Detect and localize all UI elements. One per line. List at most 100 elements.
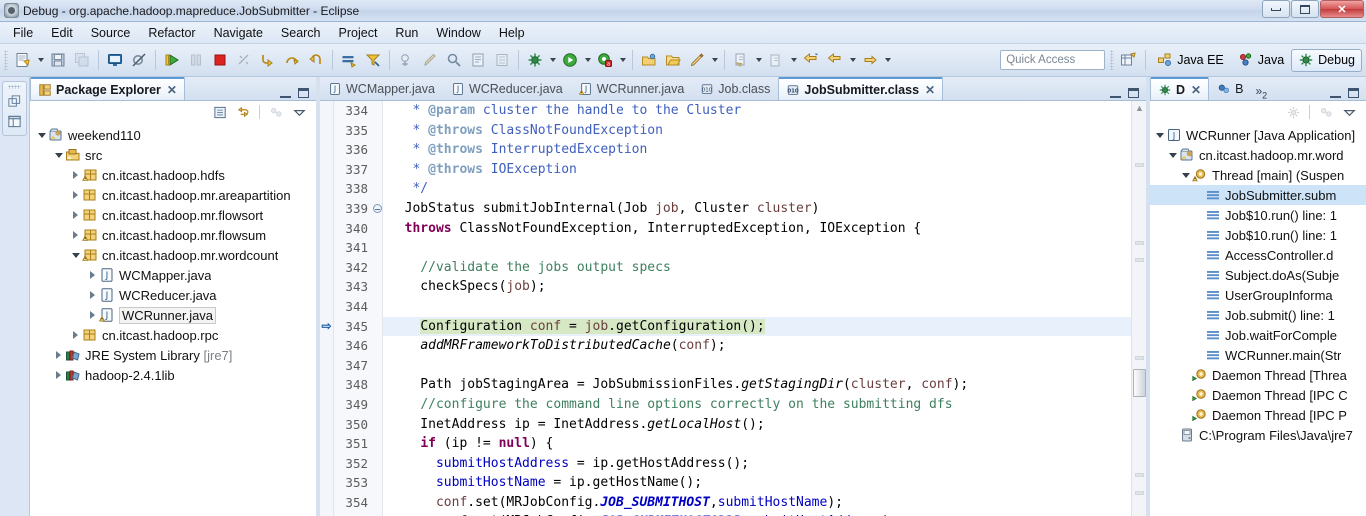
chevron-down-icon[interactable] <box>70 245 81 265</box>
save-button[interactable] <box>47 49 69 71</box>
debug-tree-row[interactable]: Thread [main] (Suspen <box>1150 165 1366 185</box>
debug-tree-row[interactable]: C:\Program Files\Java\jre7 <box>1150 425 1366 445</box>
link-editor-icon[interactable] <box>233 103 253 121</box>
back-dropdown[interactable] <box>847 49 858 71</box>
menu-help[interactable]: Help <box>490 24 534 42</box>
editor-tab-wcmapper-java[interactable]: J WCMapper.java <box>320 77 443 100</box>
view-menu-icon[interactable] <box>289 103 309 121</box>
coverage-dropdown[interactable] <box>617 49 628 71</box>
code-line[interactable]: */ <box>383 179 1131 199</box>
step-over-button[interactable] <box>281 49 303 71</box>
debug-tree-row[interactable]: AccessController.d <box>1150 245 1366 265</box>
chevron-right-icon[interactable] <box>70 165 81 185</box>
package-tree-row[interactable]: cn.itcast.hadoop.hdfs <box>30 165 316 185</box>
maximize-button[interactable] <box>1291 0 1319 18</box>
debug-tree-row[interactable]: Job$10.run() line: 1 <box>1150 205 1366 225</box>
chevron-right-icon[interactable] <box>87 265 98 285</box>
resume-button[interactable] <box>161 49 183 71</box>
menu-project[interactable]: Project <box>330 24 387 42</box>
forward-button[interactable] <box>859 49 881 71</box>
debug-tree-row[interactable]: UserGroupInforma <box>1150 285 1366 305</box>
package-tree-row[interactable]: cn.itcast.hadoop.mr.flowsort <box>30 205 316 225</box>
new-wizard-button[interactable] <box>12 49 34 71</box>
close-icon[interactable]: ✕ <box>925 83 935 97</box>
editor-folding-column[interactable] <box>372 101 383 516</box>
chevron-right-icon[interactable] <box>87 305 98 325</box>
open-perspective-button[interactable] <box>1117 49 1139 71</box>
monitors-icon[interactable] <box>1316 103 1336 121</box>
code-line[interactable]: InetAddress ip = InetAddress.getLocalHos… <box>383 415 1131 435</box>
close-icon[interactable]: ✕ <box>1191 83 1201 97</box>
package-explorer-fastview-icon[interactable] <box>4 112 25 131</box>
debug-button[interactable] <box>524 49 546 71</box>
chevron-right-icon[interactable] <box>70 185 81 205</box>
package-tree-row[interactable]: cn.itcast.hadoop.rpc <box>30 325 316 345</box>
chevron-right-icon[interactable] <box>87 285 98 305</box>
code-line[interactable] <box>383 238 1131 258</box>
package-tree-row[interactable]: JRE System Library [jre7] <box>30 345 316 365</box>
menu-edit[interactable]: Edit <box>42 24 82 42</box>
editor-tab-jobsubmitter-class[interactable]: 010 JobSubmitter.class ✕ <box>778 77 944 100</box>
code-line[interactable] <box>383 297 1131 317</box>
close-button[interactable]: ✕ <box>1320 0 1364 18</box>
debug-tree-row[interactable]: Job$10.run() line: 1 <box>1150 225 1366 245</box>
menu-window[interactable]: Window <box>427 24 489 42</box>
pencil-button[interactable] <box>419 49 441 71</box>
step-into-button[interactable] <box>257 49 279 71</box>
debug-tree-row[interactable]: Daemon Thread [Threa <box>1150 365 1366 385</box>
debug-tree-row[interactable]: WCRunner.main(Str <box>1150 345 1366 365</box>
code-line[interactable]: conf.set(MRJobConfig.JOB_SUBMITHOST,subm… <box>383 493 1131 513</box>
task-button[interactable] <box>467 49 489 71</box>
package-tree-row[interactable]: cn.itcast.hadoop.mr.areapartition <box>30 185 316 205</box>
terminate-button[interactable] <box>209 49 231 71</box>
chevron-down-icon[interactable] <box>1180 165 1191 185</box>
run-dropdown[interactable] <box>582 49 593 71</box>
package-tree-row[interactable]: hadoop-2.4.1lib <box>30 365 316 385</box>
code-line[interactable]: Configuration conf = job.getConfiguratio… <box>383 316 1131 337</box>
next-annotation-button[interactable] <box>730 49 752 71</box>
code-line[interactable]: conf.set(MRJobConfig.JOB_SUBMITHOSTADDR,… <box>383 512 1131 516</box>
chevron-down-icon[interactable] <box>53 145 64 165</box>
editor-tab-wcreducer-java[interactable]: J WCReducer.java <box>443 77 571 100</box>
search-button[interactable] <box>443 49 465 71</box>
code-line[interactable]: //validate the jobs output specs <box>383 258 1131 278</box>
new-wizard-dropdown[interactable] <box>35 49 46 71</box>
restore-icon[interactable] <box>4 92 25 111</box>
next-annotation-dropdown[interactable] <box>753 49 764 71</box>
chevron-right-icon[interactable] <box>70 205 81 225</box>
step-filters-button[interactable] <box>362 49 384 71</box>
maximize-editor-icon[interactable] <box>1128 88 1139 98</box>
menu-refactor[interactable]: Refactor <box>139 24 204 42</box>
debug-dropdown[interactable] <box>547 49 558 71</box>
debug-stack-tree[interactable]: J WCRunner [Java Application] cn.itcast.ha… <box>1150 123 1366 516</box>
package-tree-row[interactable]: cn.itcast.hadoop.mr.flowsum <box>30 225 316 245</box>
chevron-right-icon[interactable] <box>53 345 64 365</box>
tab-package-explorer[interactable]: Package Explorer ✕ <box>30 77 185 100</box>
menu-source[interactable]: Source <box>82 24 140 42</box>
run-button[interactable] <box>559 49 581 71</box>
perspective-debug[interactable]: Debug <box>1291 48 1362 72</box>
previous-annotation-dropdown[interactable] <box>788 49 799 71</box>
view-menu-icon[interactable] <box>1339 103 1359 121</box>
package-tree-row[interactable]: src <box>30 145 316 165</box>
collapse-all-icon[interactable] <box>210 103 230 121</box>
package-tree-row[interactable]: cn.itcast.hadoop.mr.wordcount <box>30 245 316 265</box>
package-tree-row[interactable]: J WCMapper.java <box>30 265 316 285</box>
console-button[interactable] <box>104 49 126 71</box>
debug-tree-row[interactable]: Job.waitForComple <box>1150 325 1366 345</box>
debug-tree-row[interactable]: Daemon Thread [IPC C <box>1150 385 1366 405</box>
suspend-button[interactable] <box>185 49 207 71</box>
perspective-java-ee[interactable]: Java EE <box>1150 49 1231 72</box>
minimize-button[interactable] <box>1262 0 1290 18</box>
filter-icon[interactable] <box>1283 103 1303 121</box>
view-overflow-button[interactable]: »2 <box>1251 84 1271 100</box>
code-line[interactable]: throws ClassNotFoundException, Interrupt… <box>383 219 1131 239</box>
debug-tree-row[interactable]: JobSubmitter.subm <box>1150 185 1366 205</box>
new-java-package-button[interactable] <box>638 49 660 71</box>
editor-tab-job-class[interactable]: 010 Job.class <box>692 77 778 100</box>
debug-tree-row[interactable]: Job.submit() line: 1 <box>1150 305 1366 325</box>
code-line[interactable]: submitHostName = ip.getHostName(); <box>383 473 1131 493</box>
close-icon[interactable]: ✕ <box>167 83 177 97</box>
coverage-button[interactable]: a <box>594 49 616 71</box>
package-tree-row[interactable]: J WCRunner.java <box>30 305 316 325</box>
